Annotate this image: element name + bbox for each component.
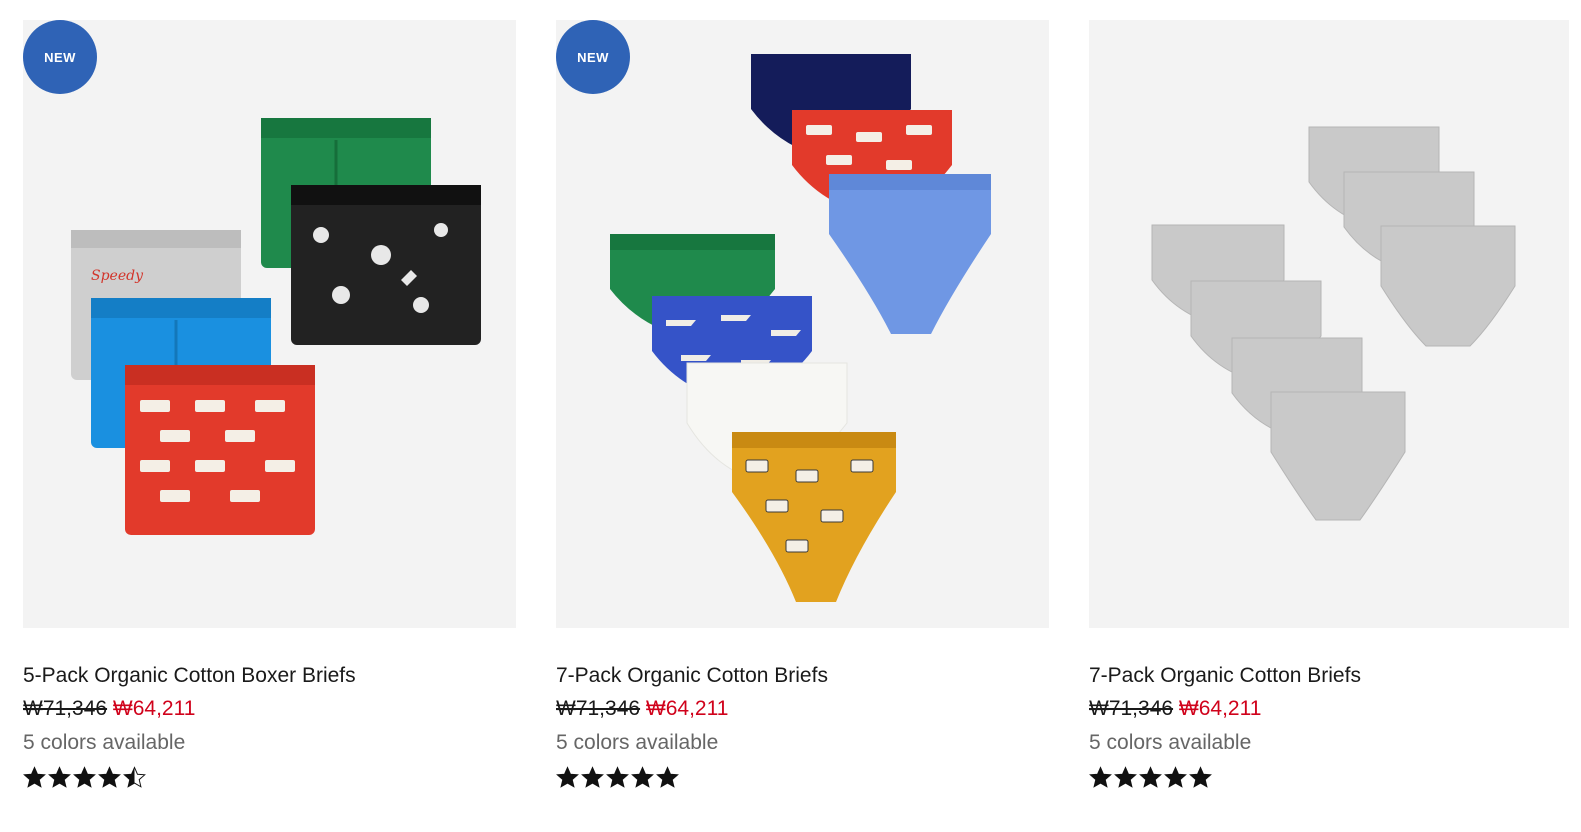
star-full-icon bbox=[23, 766, 46, 788]
sale-price: ₩64,211 bbox=[645, 697, 729, 720]
star-full-icon bbox=[581, 766, 604, 788]
product-image[interactable]: Speedy Speedy Speedy bbox=[23, 20, 516, 628]
star-rating bbox=[556, 766, 1049, 792]
product-photo: Speedy Speedy Speedy bbox=[71, 118, 481, 535]
product-image[interactable]: NEW bbox=[556, 20, 1049, 628]
star-full-icon bbox=[1089, 766, 1112, 788]
product-title[interactable]: 7-Pack Organic Cotton Briefs bbox=[1089, 663, 1569, 689]
product-card[interactable]: NEW 7-Pack Organic Cotton Briefs ₩71,346… bbox=[556, 20, 1049, 792]
sale-price: ₩64,211 bbox=[1178, 697, 1262, 720]
price-row: ₩71,346 ₩64,211 bbox=[1089, 696, 1569, 722]
star-full-icon bbox=[73, 766, 96, 788]
star-full-icon bbox=[1114, 766, 1137, 788]
original-price: ₩71,346 bbox=[556, 697, 641, 720]
price-row: ₩71,346 ₩64,211 bbox=[23, 696, 516, 722]
star-rating bbox=[23, 766, 516, 792]
star-full-icon bbox=[606, 766, 629, 788]
star-rating bbox=[1089, 766, 1569, 792]
star-full-icon bbox=[98, 766, 121, 788]
new-badge: NEW bbox=[23, 20, 97, 94]
product-photo bbox=[1151, 126, 1516, 521]
product-title[interactable]: 7-Pack Organic Cotton Briefs bbox=[556, 663, 1049, 689]
star-full-icon bbox=[556, 766, 579, 788]
product-grid: Speedy Speedy Speedy bbox=[0, 0, 1581, 832]
product-title[interactable]: 5-Pack Organic Cotton Boxer Briefs bbox=[23, 663, 516, 689]
star-full-icon bbox=[631, 766, 654, 788]
star-full-icon bbox=[1164, 766, 1187, 788]
product-image[interactable] bbox=[1089, 20, 1569, 628]
price-row: ₩71,346 ₩64,211 bbox=[556, 696, 1049, 722]
new-badge: NEW bbox=[556, 20, 630, 94]
colors-available[interactable]: 5 colors available bbox=[1089, 730, 1569, 756]
original-price: ₩71,346 bbox=[1089, 697, 1174, 720]
star-full-icon bbox=[48, 766, 71, 788]
svg-text:Speedy: Speedy bbox=[91, 268, 144, 284]
colors-available[interactable]: 5 colors available bbox=[23, 730, 516, 756]
product-card[interactable]: 7-Pack Organic Cotton Briefs ₩71,346 ₩64… bbox=[1089, 20, 1569, 792]
product-photo bbox=[610, 54, 991, 602]
star-full-icon bbox=[656, 766, 679, 788]
sale-price: ₩64,211 bbox=[112, 697, 196, 720]
star-full-icon bbox=[1189, 766, 1212, 788]
star-full-icon bbox=[1139, 766, 1162, 788]
colors-available[interactable]: 5 colors available bbox=[556, 730, 1049, 756]
original-price: ₩71,346 bbox=[23, 697, 108, 720]
product-card[interactable]: Speedy Speedy Speedy bbox=[23, 20, 516, 792]
star-half-icon bbox=[123, 766, 146, 788]
